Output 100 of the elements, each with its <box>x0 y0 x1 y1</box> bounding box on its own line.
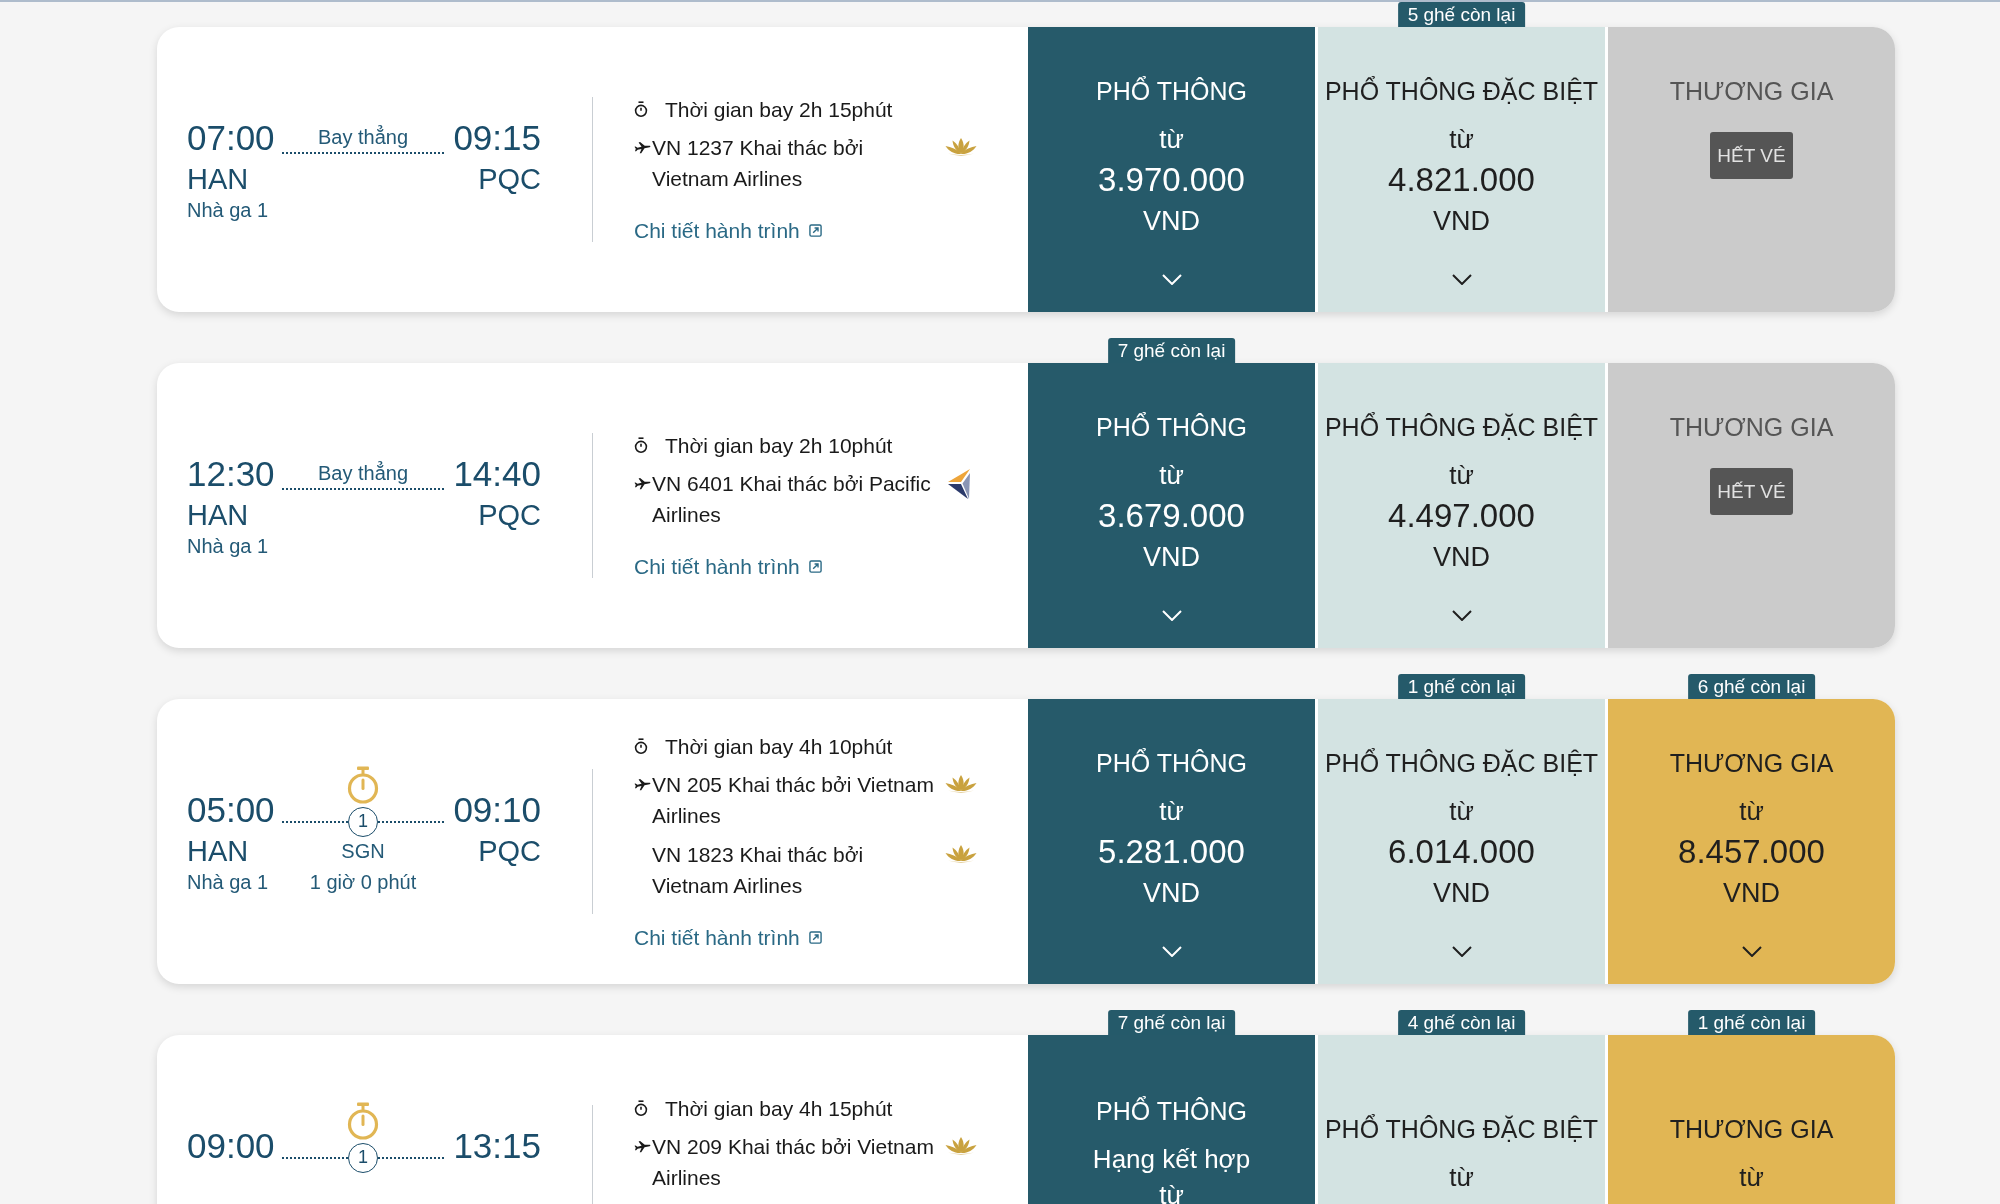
chevron-down-icon <box>1451 274 1472 285</box>
departure-airport: HAN <box>187 834 250 869</box>
flight-duration: Thời gian bay 4h 10phút <box>665 733 893 760</box>
fare-currency: VND <box>1723 877 1780 910</box>
plane-icon <box>634 1139 651 1153</box>
fare-currency: VND <box>1433 205 1490 238</box>
chevron-down-icon <box>1451 946 1472 957</box>
fare-note: Hạng kết hợp <box>1092 1142 1251 1176</box>
flight-duration: Thời gian bay 2h 10phút <box>665 432 893 459</box>
itinerary-details-link[interactable]: Chi tiết hành trình <box>634 214 822 246</box>
stop-airport: SGN <box>341 839 385 864</box>
fare-from-label: từ <box>1449 795 1474 828</box>
departure-airport: HAN <box>187 498 250 533</box>
flight-duration: Thời gian bay 4h 15phút <box>665 1095 893 1122</box>
sold-out-tag: HẾT VÉ <box>1710 468 1793 515</box>
external-link-icon <box>808 930 822 944</box>
fare-from-label: từ <box>1449 123 1474 156</box>
itinerary-details-link[interactable]: Chi tiết hành trình <box>634 550 822 582</box>
route-label: Bay thẳng <box>317 460 409 486</box>
departure-terminal: Nhà ga 1 <box>187 870 270 895</box>
seats-left-badge: 5 ghế còn lại <box>1397 2 1526 27</box>
stop-count-badge: 1 <box>348 1143 378 1173</box>
arrival-airport: PQC <box>478 162 541 197</box>
arrival-time: 09:10 <box>453 789 541 831</box>
departure-airport: HAN <box>187 162 250 197</box>
departure-time: 05:00 <box>187 789 276 831</box>
itinerary-details-link[interactable]: Chi tiết hành trình <box>634 921 822 953</box>
layover-duration: 1 giờ 0 phút <box>309 870 417 895</box>
departure-time: 09:00 <box>187 1125 276 1167</box>
fare-price: 4.497.000 <box>1388 496 1535 536</box>
arrival-time: 09:15 <box>453 117 541 159</box>
fare-from-label: từ <box>1449 1160 1474 1194</box>
lotus-icon <box>944 1135 978 1156</box>
fare-currency: VND <box>1143 877 1200 910</box>
fare-class-title: PHỔ THÔNG <box>1096 75 1247 107</box>
flight-operator-text: VN 1237 Khai thác bởi Vietnam Airlines <box>652 134 865 192</box>
fare-from-label: từ <box>1739 1160 1764 1194</box>
flight-operator-text: VN 205 Khai thác bởi Vietnam Airlines <box>652 771 935 829</box>
seats-left-badge: 1 ghế còn lại <box>1687 1010 1816 1035</box>
arrival-time: 14:40 <box>453 453 541 495</box>
fare-from-label: từ <box>1159 123 1184 156</box>
stopwatch-icon <box>634 1100 648 1116</box>
chevron-down-icon <box>1161 274 1182 285</box>
fare-price: 3.970.000 <box>1098 160 1245 200</box>
fare-price: 6.014.000 <box>1388 832 1535 872</box>
departure-terminal: Nhà ga 1 <box>187 198 270 223</box>
fare-from-label: từ <box>1449 459 1474 492</box>
lotus-icon <box>944 843 978 864</box>
fare-option[interactable]: THƯƠNG GIA HẾT VÉ <box>1608 363 1895 648</box>
route-label: Bay thẳng <box>317 124 409 150</box>
departure-time: 07:00 <box>187 117 276 159</box>
stopwatch-icon <box>634 738 648 754</box>
fare-option[interactable]: PHỔ THÔNG từ 5.281.000 VND <box>1028 699 1315 984</box>
fare-class-title: PHỔ THÔNG ĐẶC BIỆT <box>1324 747 1599 779</box>
fare-class-title: PHỔ THÔNG ĐẶC BIỆT <box>1324 411 1599 443</box>
fare-price: 4.821.000 <box>1388 160 1535 200</box>
arrival-time: 13:15 <box>453 1125 541 1167</box>
fare-option[interactable]: PHỔ THÔNG từ 3.970.000 VND <box>1028 27 1315 312</box>
fare-option[interactable]: PHỔ THÔNG ĐẶC BIỆT từ 4.497.000 VND <box>1318 363 1605 648</box>
fare-class-title: PHỔ THÔNG <box>1096 411 1247 443</box>
seats-left-badge: 7 ghế còn lại <box>1107 1010 1236 1035</box>
fare-class-title: PHỔ THÔNG <box>1096 1095 1247 1127</box>
fare-from-label: từ <box>1159 1178 1184 1204</box>
flight-operator-text: VN 1823 Khai thác bởi Vietnam Airlines <box>652 841 865 899</box>
fare-price: 5.281.000 <box>1098 832 1245 872</box>
stopwatch-icon <box>346 1102 380 1140</box>
departure-time: 12:30 <box>187 453 276 495</box>
external-link-icon <box>808 559 822 573</box>
arrival-airport: PQC <box>478 834 541 869</box>
triangle-logo-icon <box>946 467 972 500</box>
flight-operator-text: VN 209 Khai thác bởi Vietnam Airlines <box>652 1133 935 1191</box>
external-link-icon <box>808 223 822 237</box>
seats-left-badge: 1 ghế còn lại <box>1397 674 1526 699</box>
flight-duration: Thời gian bay 2h 15phút <box>665 96 893 123</box>
flight-operator-text: VN 6401 Khai thác bởi Pacific Airlines <box>652 470 932 528</box>
lotus-icon <box>944 773 978 794</box>
chevron-down-icon <box>1161 610 1182 621</box>
departure-terminal: Nhà ga 1 <box>187 534 270 559</box>
lotus-icon <box>944 136 978 157</box>
stopwatch-icon <box>634 101 648 117</box>
fare-price: 8.457.000 <box>1678 832 1825 872</box>
fare-class-title: PHỔ THÔNG ĐẶC BIỆT <box>1324 75 1599 107</box>
fare-class-title: THƯƠNG GIA <box>1669 748 1834 779</box>
fare-class-title: THƯƠNG GIA <box>1669 412 1834 443</box>
plane-icon <box>634 476 651 490</box>
fare-price: 3.679.000 <box>1098 496 1245 536</box>
plane-icon <box>634 777 651 791</box>
fare-currency: VND <box>1433 877 1490 910</box>
stop-count-badge: 1 <box>348 807 378 837</box>
fare-currency: VND <box>1143 205 1200 238</box>
fare-from-label: từ <box>1739 795 1764 828</box>
fare-class-title: PHỔ THÔNG <box>1096 747 1247 779</box>
arrival-airport: PQC <box>478 498 541 533</box>
fare-currency: VND <box>1433 541 1490 574</box>
seats-left-badge: 7 ghế còn lại <box>1107 338 1236 363</box>
chevron-down-icon <box>1161 946 1182 957</box>
plane-icon <box>634 140 651 154</box>
fare-from-label: từ <box>1159 459 1184 492</box>
stopwatch-icon <box>634 437 648 453</box>
fare-class-title: PHỔ THÔNG ĐẶC BIỆT <box>1324 1113 1599 1145</box>
